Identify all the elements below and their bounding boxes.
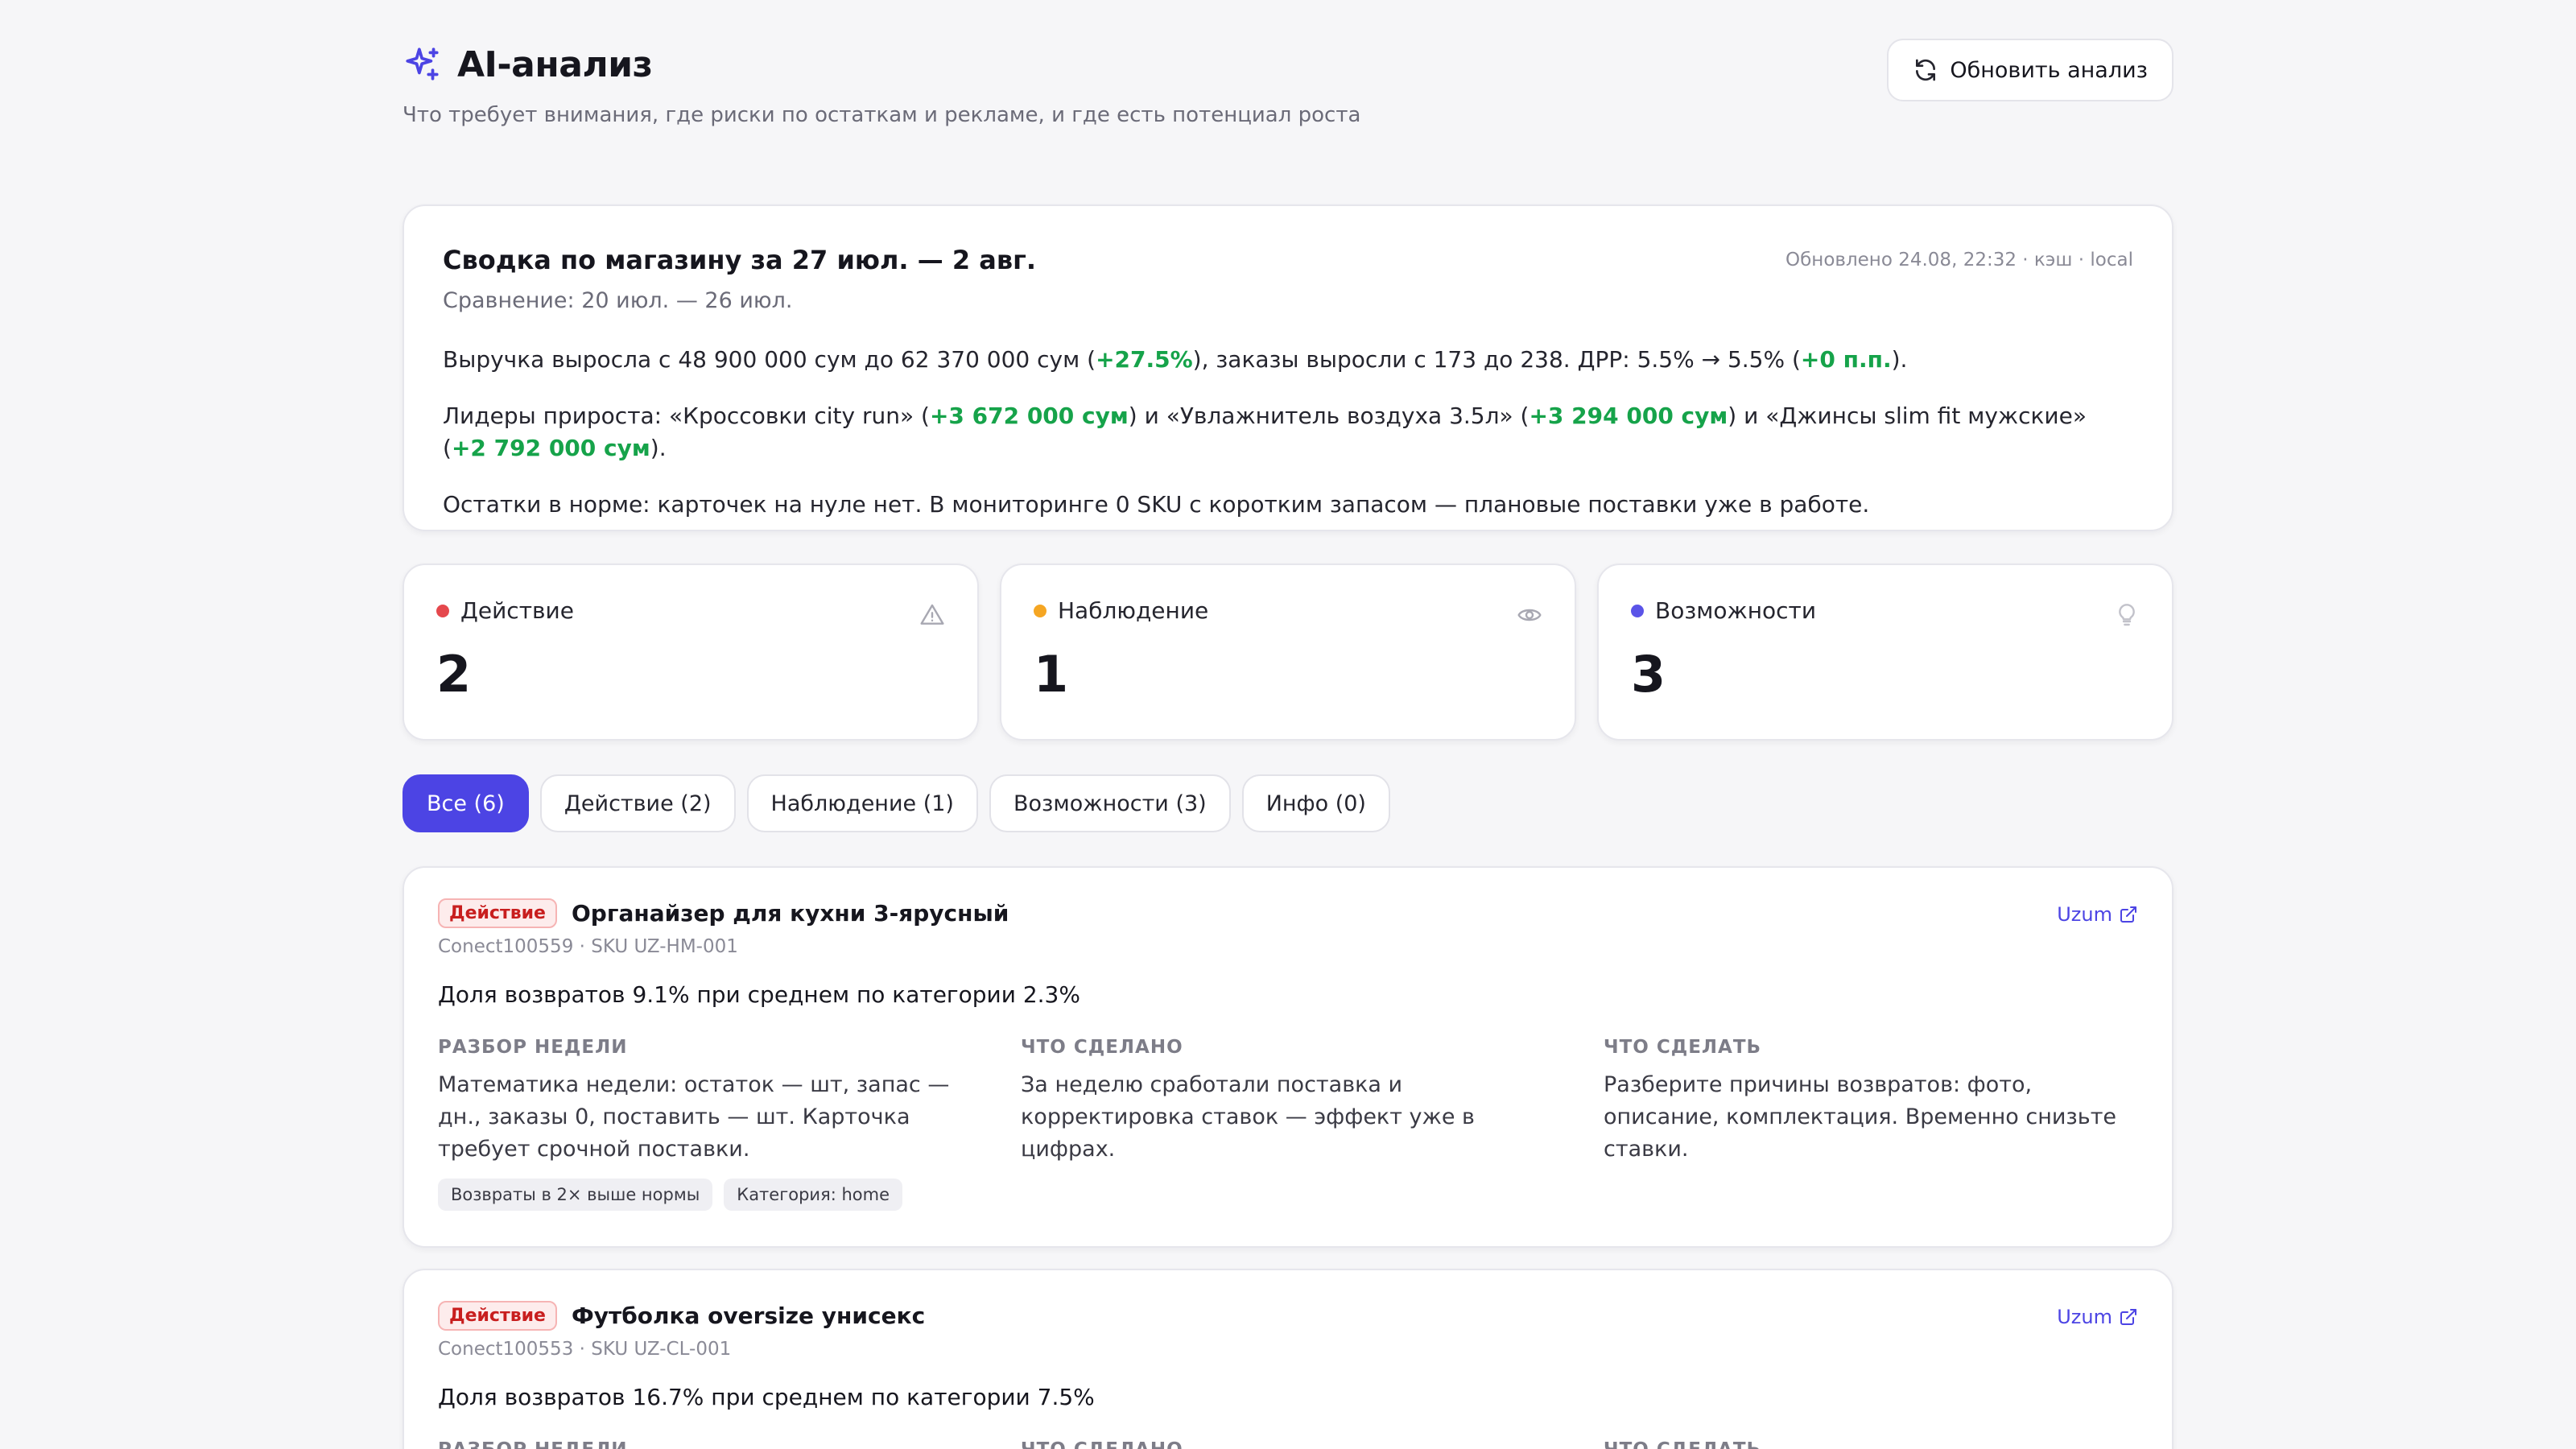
refresh-icon (1916, 59, 1936, 81)
summary-text: Лидеры прироста: «Кроссовки city run» ( (443, 402, 930, 429)
leader-growth-value: +3 672 000 сум (929, 402, 1129, 429)
tab-action[interactable]: Действие (2) (539, 774, 736, 832)
leader-growth-value: +3 294 000 сум (1529, 402, 1728, 429)
tag-list: Возвраты в 2× выше нормы Категория: home (438, 1179, 972, 1211)
column-label: Разбор недели (438, 1037, 628, 1058)
uzum-link-label: Uzum (2057, 903, 2112, 926)
revenue-growth-value: +27.5% (1096, 346, 1193, 373)
done-column: Что сделано За неделю сработали поставка… (1021, 1037, 1555, 1211)
status-badge: Действие (438, 1301, 557, 1331)
stat-header: Возможности (1631, 597, 2140, 624)
stat-label: Наблюдение (1058, 597, 1209, 624)
drr-change-value: +0 п.п. (1800, 346, 1892, 373)
leader-growth-value: +2 792 000 сум (451, 435, 650, 461)
insight-metric: Доля возвратов 9.1% при среднем по катег… (438, 981, 1080, 1008)
summary-revenue-line: Выручка выросла с 48 900 000 сум до 62 3… (443, 344, 2133, 376)
insight-sku: Conect100553 · SKU UZ-CL-001 (438, 1339, 732, 1360)
stat-card-opportunities[interactable]: Возможности 3 (1597, 564, 2174, 741)
lightbulb-icon (2119, 604, 2135, 626)
week-review-column: Разбор недели (438, 1439, 972, 1449)
insight-card: Действие Органайзер для кухни 3-ярусный … (402, 866, 2174, 1248)
column-text: Математика недели: остаток — шт, запас —… (438, 1072, 950, 1162)
summary-text: ), заказы выросли с 173 до 238. ДРР: 5.5… (1192, 346, 1801, 373)
done-column: Что сделано (1021, 1439, 1555, 1449)
status-dot (1631, 604, 1644, 617)
stat-label: Возможности (1655, 597, 1817, 624)
summary-leaders-line: Лидеры прироста: «Кроссовки city run» (+… (443, 400, 2133, 464)
stat-label: Действие (460, 597, 574, 624)
status-badge: Действие (438, 898, 557, 928)
external-link-icon (2120, 906, 2136, 923)
page-subtitle: Что требует внимания, где риски по остат… (402, 103, 1361, 127)
tag: Возвраты в 2× выше нормы (438, 1179, 713, 1211)
column-label: Что сделано (1021, 1439, 1555, 1449)
stat-card-action[interactable]: Действие 2 (402, 564, 979, 741)
summary-text: ). (1891, 346, 1908, 373)
summary-updated-meta: Обновлено 24.08, 22:32 · кэш · local (1785, 250, 2133, 270)
status-dot (1034, 604, 1046, 617)
page: AI-анализ Что требует внимания, где риск… (0, 0, 2576, 1449)
todo-column: Что сделать (1604, 1439, 2138, 1449)
tab-info[interactable]: Инфо (0) (1241, 774, 1390, 832)
external-link-icon (2120, 1309, 2136, 1325)
uzum-link[interactable]: Uzum (2057, 903, 2138, 926)
uzum-link[interactable]: Uzum (2057, 1306, 2138, 1328)
refresh-analysis-label: Обновить анализ (1950, 57, 2148, 83)
uzum-link-label: Uzum (2057, 1306, 2112, 1328)
column-label: Что сделать (1604, 1439, 2138, 1449)
insight-title: Органайзер для кухни 3-ярусный (571, 900, 1009, 927)
eye-icon (1517, 609, 1542, 621)
tab-watch[interactable]: Наблюдение (1) (746, 774, 978, 832)
insight-header: Действие Футболка oversize унисекс (438, 1301, 2138, 1331)
insight-sku: Conect100559 · SKU UZ-HM-001 (438, 936, 738, 957)
column-text: За неделю сработали поставка и корректир… (1021, 1072, 1475, 1162)
tag: Категория: home (724, 1179, 902, 1211)
stat-value: 1 (1034, 645, 1069, 704)
summary-stock-line: Остатки в норме: карточек на нуле нет. В… (443, 491, 1870, 518)
insight-card: Действие Футболка oversize унисекс Conec… (402, 1269, 2174, 1449)
filter-tabs: Все (6) Действие (2) Наблюдение (1) Возм… (402, 774, 2174, 832)
week-review-column: Разбор недели Математика недели: остаток… (438, 1037, 972, 1211)
page-title: AI-анализ (457, 43, 653, 85)
stat-header: Действие (436, 597, 945, 624)
sparkles-icon (406, 47, 439, 80)
summary-text: ). (650, 435, 667, 461)
stat-value: 3 (1631, 645, 1666, 704)
page-header: AI-анализ Что требует внимания, где риск… (402, 39, 2174, 159)
insight-metric: Доля возвратов 16.7% при среднем по кате… (438, 1384, 1095, 1410)
todo-column: Что сделать Разберите причины возвратов:… (1604, 1037, 2138, 1211)
tab-opportunities[interactable]: Возможности (3) (989, 774, 1231, 832)
column-label: Что сделать (1604, 1037, 1762, 1058)
column-text: Разберите причины возвратов: фото, описа… (1604, 1072, 2117, 1162)
insight-header: Действие Органайзер для кухни 3-ярусный (438, 898, 2138, 928)
warning-icon (920, 604, 944, 625)
stat-card-watch[interactable]: Наблюдение 1 (1000, 564, 1576, 741)
column-label: Что сделано (1021, 1037, 1183, 1058)
stat-value: 2 (436, 645, 472, 704)
insight-columns: Разбор недели Математика недели: остаток… (438, 1037, 2138, 1211)
tab-all[interactable]: Все (6) (402, 774, 529, 832)
content: AI-анализ Что требует внимания, где риск… (402, 39, 2174, 1449)
insight-columns: Разбор недели Что сделано Что сделать (438, 1439, 2138, 1449)
stats-row: Действие 2 Наблюдение 1 Возможности 3 (402, 564, 2174, 741)
summary-compare-period: Сравнение: 20 июл. — 26 июл. (443, 288, 793, 313)
status-dot (436, 604, 449, 617)
refresh-analysis-button[interactable]: Обновить анализ (1887, 39, 2174, 101)
summary-text: Выручка выросла с 48 900 000 сум до 62 3… (443, 346, 1096, 373)
insight-title: Футболка oversize унисекс (571, 1302, 926, 1329)
store-summary-card: Сводка по магазину за 27 июл. — 2 авг. С… (402, 204, 2174, 531)
column-label: Разбор недели (438, 1439, 972, 1449)
summary-text: ) и «Увлажнитель воздуха 3.5л» ( (1128, 402, 1530, 429)
stat-header: Наблюдение (1034, 597, 1542, 624)
